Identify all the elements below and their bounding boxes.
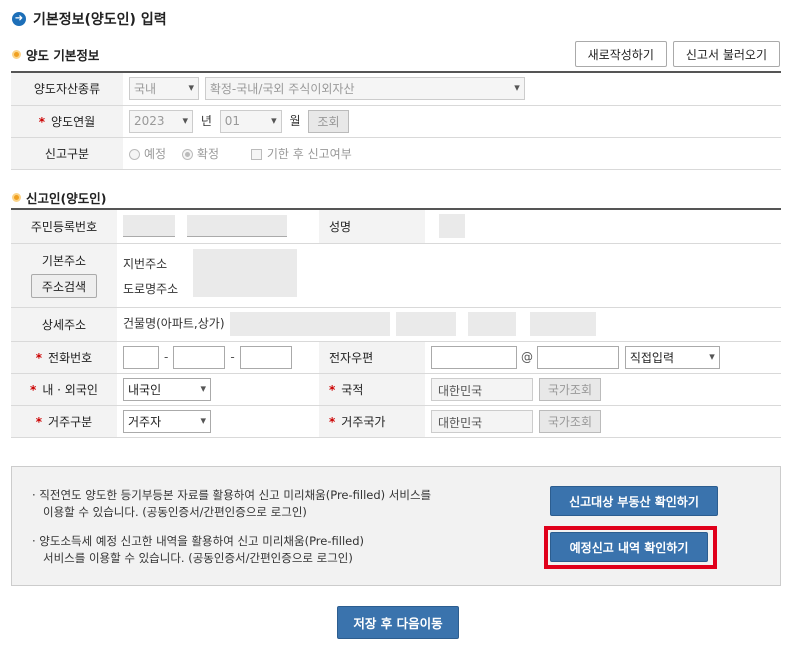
asset-type-cell: 국내 확정-국내/국외 주식이외자산	[123, 72, 781, 106]
email-domain-input[interactable]	[537, 345, 619, 369]
month-select[interactable]: 01	[219, 109, 282, 133]
residence-lookup-button[interactable]: 국가조회	[538, 409, 601, 433]
detail-input-4[interactable]	[529, 312, 596, 336]
date-lookup-button[interactable]: 조회	[308, 109, 349, 133]
phone-label: * 전화번호	[11, 341, 117, 374]
asset-country-select[interactable]: 국내	[129, 77, 199, 101]
bullet-dot-icon	[12, 193, 21, 202]
email-id-input[interactable]	[431, 345, 517, 369]
info-text-1: · 직전연도 양도한 등기부등본 자료를 활용하여 신고 미리채움(Pre-fi…	[32, 488, 432, 519]
phone-input-1[interactable]	[123, 345, 159, 369]
detail-input-3[interactable]	[467, 312, 516, 336]
radio-scheduled-label: 예정	[144, 146, 167, 161]
email-domain-select[interactable]: 직접입력	[624, 345, 720, 369]
page-title: ➜ 기본정보(양도인) 입력	[12, 9, 167, 29]
nationality-type-cell: 내국인	[117, 373, 319, 406]
page-title-text: 기본정보(양도인) 입력	[33, 12, 167, 28]
address-value	[193, 248, 298, 297]
phone-input-2[interactable]	[173, 345, 226, 369]
load-report-button[interactable]: 신고서 불러오기	[672, 41, 780, 67]
reporter-table: 주민등록번호 성명 기본주소 주소검색 지번주소 도로명주소 상세주소 건물명(…	[11, 208, 781, 438]
section-title: 신고인(양도인)	[26, 191, 107, 206]
bullet-dot-icon	[12, 50, 21, 59]
residence-country-cell: 대한민국 국가조회	[425, 405, 781, 438]
transfer-date-label: * 양도연월	[11, 105, 123, 138]
country-cell: 대한민국 국가조회	[425, 373, 781, 406]
rrn-cell	[117, 209, 319, 244]
building-name-input[interactable]	[230, 312, 391, 336]
save-next-button[interactable]: 저장 후 다음이동	[337, 606, 459, 639]
country-lookup-button[interactable]: 국가조회	[538, 377, 601, 401]
phone-cell: --	[117, 341, 319, 374]
lot-address-label: 지번주소	[123, 256, 168, 271]
email-label: 전자우편	[319, 341, 425, 374]
detail-address-label: 상세주소	[11, 307, 117, 342]
country-label: * 국적	[319, 373, 425, 406]
radio-confirmed-label: 확정	[196, 146, 220, 161]
section-reporter: 신고인(양도인)	[12, 188, 106, 207]
residence-country-input: 대한민국	[431, 409, 533, 433]
residence-country-label: * 거주국가	[319, 405, 425, 438]
radio-scheduled[interactable]	[129, 148, 140, 160]
rrn-back-input[interactable]	[186, 215, 287, 238]
transfer-basic-table: 양도자산종류 국내 확정-국내/국외 주식이외자산 *양도연월 2023 년 0…	[11, 71, 781, 170]
name-cell	[425, 209, 781, 244]
transfer-date-cell: 2023 년 01 월 조회	[123, 105, 781, 138]
arrow-circle-icon: ➜	[12, 12, 26, 26]
address-cell: 지번주소 도로명주소	[117, 243, 781, 308]
asset-type-select[interactable]: 확정-국내/국외 주식이외자산	[204, 77, 525, 101]
section-transfer-basic: 양도 기본정보	[12, 45, 99, 64]
building-name-label: 건물명(아파트,상가)	[123, 316, 225, 331]
info-text-2: · 양도소득세 예정 신고한 내역을 활용하여 신고 미리채움(Pre-fill…	[32, 534, 364, 565]
phone-input-3[interactable]	[239, 345, 292, 369]
address-label-cell: 기본주소 주소검색	[11, 243, 117, 308]
at-sign: @	[521, 349, 533, 364]
road-address-label: 도로명주소	[123, 281, 179, 296]
top-button-group: 새로작성하기 신고서 불러오기	[574, 41, 780, 67]
late-report-checkbox[interactable]	[250, 148, 262, 160]
check-property-button[interactable]: 신고대상 부동산 확인하기	[550, 486, 718, 516]
residence-type-select[interactable]: 거주자	[123, 409, 211, 433]
highlight-box	[544, 526, 717, 569]
detail-input-2[interactable]	[396, 312, 457, 336]
rrn-front-input[interactable]	[123, 215, 175, 238]
new-form-button[interactable]: 새로작성하기	[574, 41, 667, 67]
year-select[interactable]: 2023	[129, 109, 193, 133]
report-type-label: 신고구분	[11, 137, 123, 170]
phone-dash: -	[164, 349, 169, 364]
late-report-label: 기한 후 신고여부	[266, 146, 352, 161]
month-unit: 월	[289, 113, 301, 128]
phone-dash: -	[230, 349, 235, 364]
detail-address-cell: 건물명(아파트,상가)	[117, 307, 781, 342]
email-cell: @ 직접입력	[425, 341, 781, 374]
year-unit: 년	[200, 113, 212, 128]
address-label: 기본주소	[41, 254, 87, 268]
radio-confirmed[interactable]	[181, 148, 193, 160]
country-input: 대한민국	[431, 377, 533, 401]
address-search-button[interactable]: 주소검색	[30, 274, 98, 298]
rrn-label: 주민등록번호	[11, 209, 117, 244]
asset-type-label: 양도자산종류	[11, 72, 123, 106]
residence-type-label: * 거주구분	[11, 405, 117, 438]
name-value	[439, 214, 465, 239]
name-label: 성명	[319, 209, 425, 244]
nationality-type-label: * 내 · 외국인	[11, 373, 117, 406]
report-type-cell: 예정 확정 기한 후 신고여부	[123, 137, 781, 170]
residence-type-cell: 거주자	[117, 405, 319, 438]
section-title: 양도 기본정보	[26, 48, 100, 63]
nationality-type-select[interactable]: 내국인	[123, 377, 211, 401]
